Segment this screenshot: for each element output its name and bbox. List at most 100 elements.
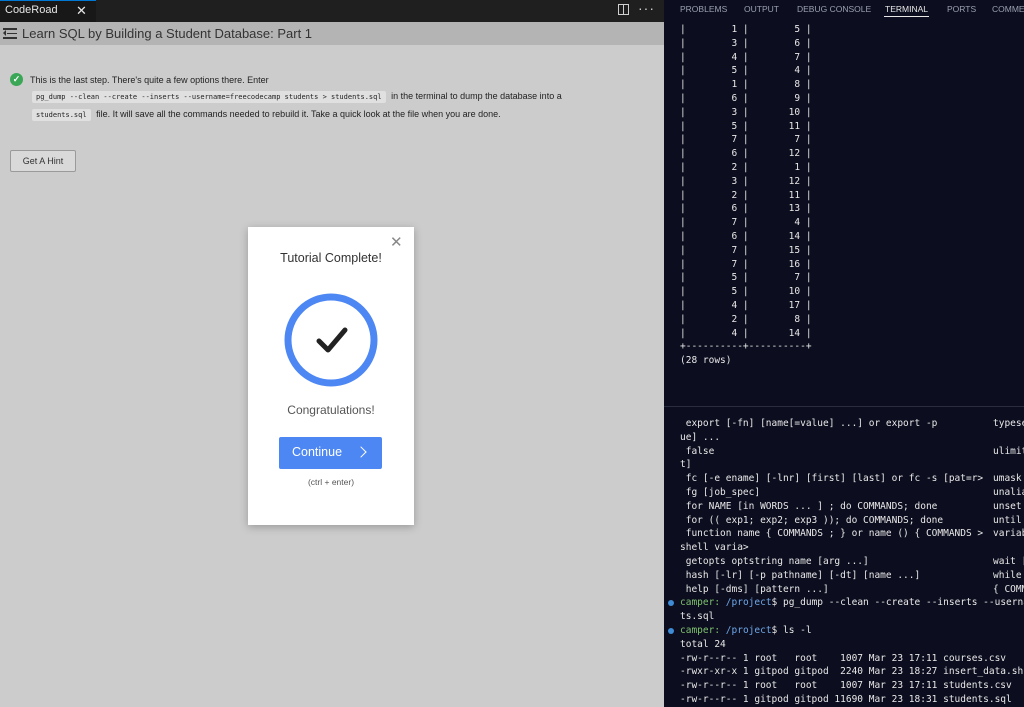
help-line-right: umask <box>993 473 1022 485</box>
help-line-left: fg [job_spec] <box>680 487 761 498</box>
help-line-right: ulimit <box>993 445 1024 457</box>
step-description-line3: students.sql file. It will save all the … <box>32 109 501 121</box>
continue-button[interactable]: Continue <box>279 437 382 469</box>
terminal-line: | 7 | 16 | <box>680 258 812 270</box>
congratulations-text: Congratulations! <box>287 403 375 417</box>
close-icon[interactable]: ✕ <box>390 235 403 251</box>
help-line-right: { COMM <box>993 583 1024 595</box>
step-text-after-file: file. It will save all the commands need… <box>96 109 501 119</box>
prompt-line: camper: /project$ pg_dump --clean --crea… <box>680 597 1024 609</box>
ls-output-line: -rw-r--r-- 1 root root 1007 Mar 23 17:11… <box>680 680 1012 692</box>
command-status-dot[interactable] <box>668 600 674 607</box>
prompt-user: camper: <box>680 597 721 609</box>
prompt-command: $ ls -l <box>771 625 812 636</box>
help-line-left: ue] ... <box>680 431 721 443</box>
tab-title: CodeRoad <box>5 4 58 16</box>
help-line-right: unset <box>993 500 1022 512</box>
terminal-line: | 7 | 15 | <box>680 244 812 256</box>
terminal-line: | 4 | 7 | <box>680 51 812 63</box>
help-line-left: fc [-e ename] [-lnr] [first] [last] or f… <box>680 473 984 485</box>
help-line-right: until <box>993 514 1022 526</box>
terminal-line: | 1 | 8 | <box>680 79 812 91</box>
menu-icon[interactable] <box>3 28 17 39</box>
prompt-command: $ pg_dump --clean --create --inserts --u… <box>771 597 1024 609</box>
terminal-split-divider[interactable] <box>664 406 1024 407</box>
prompt-user: camper: <box>680 625 721 636</box>
terminal-line: (28 rows) <box>680 355 732 367</box>
help-line-right: wait [ <box>993 556 1024 567</box>
tab-terminal[interactable]: TERMINAL <box>885 4 928 14</box>
ls-output-line: -rw-r--r-- 1 root root 1007 Mar 23 17:11… <box>680 652 1007 664</box>
help-line-right: while <box>993 569 1022 581</box>
tab-comments[interactable]: COMME <box>992 4 1024 14</box>
get-hint-button[interactable]: Get A Hint <box>10 150 76 172</box>
help-line-left: function name { COMMANDS ; } or name () … <box>680 528 984 540</box>
terminal-line: | 7 | 4 | <box>680 217 812 229</box>
terminal-line: +----------+----------+ <box>680 341 812 353</box>
help-line-left: for (( exp1; exp2; exp3 )); do COMMANDS;… <box>680 514 944 526</box>
terminal-line: | 3 | 10 | <box>680 106 812 118</box>
terminal-line: | 6 | 9 | <box>680 93 812 104</box>
help-line-left: getopts optstring name [arg ...] <box>680 556 869 567</box>
keyboard-shortcut-hint: (ctrl + enter) <box>307 477 355 487</box>
help-line-right: typese <box>993 418 1024 429</box>
prompt-path: /project <box>725 597 772 609</box>
tab-problems[interactable]: PROBLEMS <box>680 4 727 14</box>
terminal-line: | 4 | 14 | <box>680 327 812 339</box>
chevron-right-icon <box>355 446 367 458</box>
help-line-left: false <box>680 445 715 457</box>
modal-title: Tutorial Complete! <box>280 251 382 265</box>
ls-output-line: -rwxr-xr-x 1 gitpod gitpod 2240 Mar 23 1… <box>680 666 1024 678</box>
step-text-after-command: in the terminal to dump the database int… <box>391 91 562 101</box>
step-description-line2: pg_dump --clean --create --inserts --use… <box>32 91 562 103</box>
help-line-left: t] <box>680 459 692 471</box>
prompt-command-wrap: ts.sql <box>680 611 715 623</box>
terminal-line: | 1 | 5 | <box>680 24 812 35</box>
check-icon: ✓ <box>10 73 23 86</box>
tutorial-complete-modal: ✕ Tutorial Complete! Congratulations! Co… <box>248 227 414 525</box>
coderoad-panel: CodeRoad ✕ ··· Learn SQL by Building a S… <box>0 0 664 707</box>
help-line-left: export [-fn] [name[=value] ...] or expor… <box>680 418 938 429</box>
prompt-path: /project <box>725 625 772 636</box>
terminal-line: | 3 | 12 | <box>680 175 812 187</box>
terminal-panel: PROBLEMS OUTPUT DEBUG CONSOLE TERMINAL P… <box>664 0 1024 707</box>
more-actions-icon[interactable]: ··· <box>638 0 655 16</box>
split-editor-icon[interactable] <box>618 4 629 15</box>
tab-output[interactable]: OUTPUT <box>744 4 779 14</box>
terminal-line: | 5 | 10 | <box>680 286 812 298</box>
help-line-left: shell varia> <box>680 542 749 554</box>
help-line-right: unalia <box>993 487 1024 498</box>
tutorial-header: Learn SQL by Building a Student Database… <box>0 22 664 45</box>
terminal-line: | 3 | 6 | <box>680 37 812 49</box>
step-description-line1: This is the last step. There's quite a f… <box>30 75 269 85</box>
close-icon[interactable]: ✕ <box>76 3 87 19</box>
success-check-icon <box>284 293 378 387</box>
page-title: Learn SQL by Building a Student Database… <box>22 26 313 41</box>
terminal-line: | 5 | 7 | <box>680 272 812 284</box>
file-code: students.sql <box>32 109 91 121</box>
terminal-line: | 5 | 11 | <box>680 120 812 132</box>
tab-ports[interactable]: PORTS <box>947 4 976 14</box>
terminal-line: | 6 | 12 | <box>680 148 812 160</box>
help-line-right: variab <box>993 528 1024 540</box>
terminal-line: | 2 | 8 | <box>680 313 812 325</box>
terminal-line: | 4 | 17 | <box>680 300 812 311</box>
editor-tab-bar: CodeRoad ✕ ··· <box>0 0 664 22</box>
terminal-line: | 7 | 7 | <box>680 134 812 146</box>
command-status-dot[interactable] <box>668 628 674 634</box>
help-line-left: hash [-lr] [-p pathname] [-dt] [name ...… <box>680 569 921 581</box>
ls-output-line: -rw-r--r-- 1 gitpod gitpod 11690 Mar 23 … <box>680 694 1012 705</box>
terminal-line: | 2 | 1 | <box>680 162 812 173</box>
help-line-left: for NAME [in WORDS ... ] ; do COMMANDS; … <box>680 500 938 512</box>
continue-label: Continue <box>292 445 343 459</box>
panel-tab-bar: PROBLEMS OUTPUT DEBUG CONSOLE TERMINAL P… <box>664 0 1024 20</box>
terminal-line: | 6 | 14 | <box>680 231 812 242</box>
prompt-line: camper: /project$ ls -l <box>680 625 812 637</box>
ls-output-line: total 24 <box>680 638 726 650</box>
command-code: pg_dump --clean --create --inserts --use… <box>32 91 386 103</box>
terminal-line: | 5 | 4 | <box>680 65 812 77</box>
terminal-line: | 2 | 11 | <box>680 189 812 201</box>
active-tab-indicator <box>884 16 929 17</box>
tab-coderoad[interactable]: CodeRoad ✕ <box>0 0 96 22</box>
tab-debug-console[interactable]: DEBUG CONSOLE <box>797 4 871 14</box>
